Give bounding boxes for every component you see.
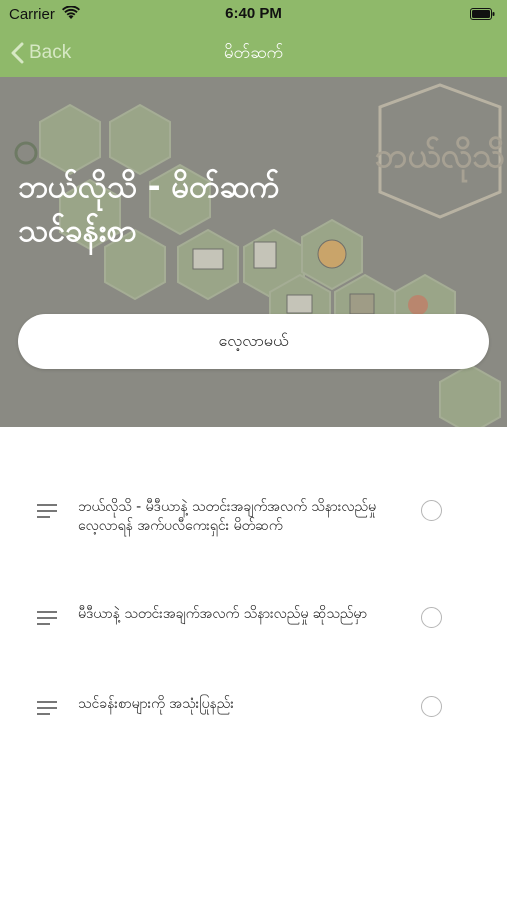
radio-circle-icon[interactable] — [421, 500, 442, 521]
menu-lines-icon — [37, 701, 57, 715]
lesson-title: မီဒီယာနဲ့ သတင်းအချက်အလက် သိနားလည်မှု ဆို… — [78, 606, 368, 622]
lesson-title: ဘယ်လိုသိ - မီဒီယာနဲ့ သတင်းအချက်အလက် သိနာ… — [78, 499, 377, 534]
status-bar: Carrier 6:40 PM — [0, 0, 507, 30]
status-time: 6:40 PM — [225, 5, 282, 22]
hero-title: ဘယ်လိုသိ - မိတ်ဆက် သင်ခန်းစာ — [18, 169, 280, 249]
lesson-title: သင်ခန်းစာများကို အသုံးပြုနည်း — [78, 696, 234, 712]
page-title: မိတ်ဆက် — [223, 43, 284, 63]
list-item[interactable]: မီဒီယာနဲ့ သတင်းအချက်အလက် သိနားလည်မှု ဆို… — [0, 605, 507, 650]
list-item[interactable]: သင်ခန်းစာများကို အသုံးပြုနည်း — [0, 695, 507, 725]
battery-icon — [470, 8, 495, 20]
radio-circle-icon[interactable] — [421, 696, 442, 717]
menu-lines-icon — [37, 611, 57, 625]
menu-lines-icon — [37, 504, 57, 518]
radio-circle-icon[interactable] — [421, 607, 442, 628]
navigation-bar: Back မိတ်ဆက် — [0, 30, 507, 77]
hero-banner: ဘယ်လိုသိ ဘယ်လိုသိ - မိတ်ဆက် သင်ခန်းစာ လေ… — [0, 77, 507, 427]
list-item[interactable]: ဘယ်လိုသိ - မီဒီယာနဲ့ သတင်းအချက်အလက် သိနာ… — [0, 498, 507, 558]
start-learning-button[interactable]: လေ့လာမယ် — [18, 314, 489, 369]
